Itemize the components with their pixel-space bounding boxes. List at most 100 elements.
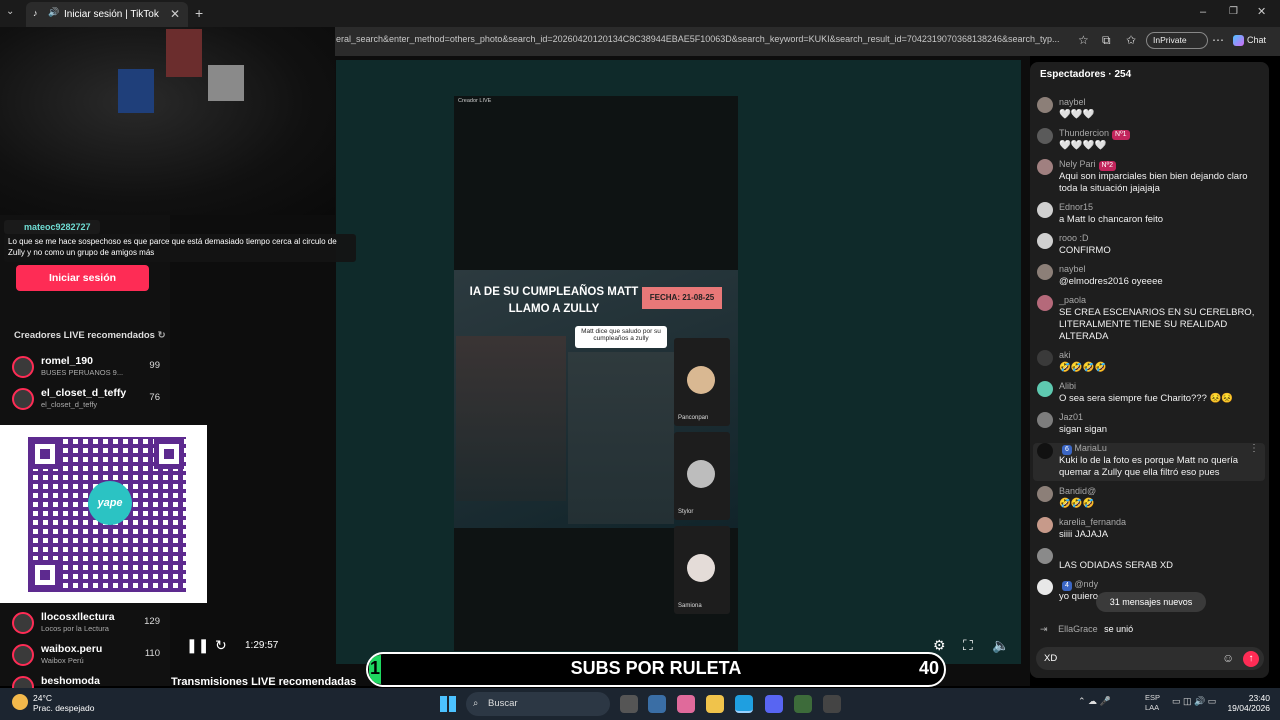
banner-text: IA DE SU CUMPLEAÑOS MATT LLAMO A ZULLY [454, 284, 654, 318]
network-volume-battery-icons[interactable]: ▭ ◫ 🔊 ▭ [1172, 696, 1216, 707]
search-icon: ⌕ [473, 698, 479, 709]
viewers-header[interactable]: Espectadores · 254 [1040, 69, 1131, 80]
creator-item[interactable]: el_closet_d_teffy el_closet_d_teffy 76 [12, 384, 162, 414]
face-image-right [568, 352, 674, 524]
login-button[interactable]: Iniciar sesión [16, 265, 149, 291]
chat-username: naybel [1059, 97, 1086, 107]
close-tab-icon[interactable]: ✕ [170, 2, 180, 27]
overlay-username: mateoc9282727 [4, 220, 100, 234]
obs-icon[interactable] [823, 695, 841, 713]
avatar [1037, 97, 1053, 113]
pause-icon[interactable]: ❚❚ [186, 637, 209, 654]
avatar [1037, 295, 1053, 311]
phone-header: Creador LIVE [458, 98, 492, 104]
close-window-icon[interactable]: ✕ [1257, 5, 1266, 18]
creator-item[interactable]: waibox.peru Waibox Perú 110 [12, 640, 162, 670]
store-icon[interactable] [648, 695, 666, 713]
guest-name: Stylor [678, 509, 694, 515]
level-badge: 6 [1062, 445, 1072, 455]
app-icon[interactable] [794, 695, 812, 713]
tab-list-icon[interactable]: ⌄ [6, 6, 14, 17]
clock[interactable]: 23:40 19/04/2026 [1226, 693, 1270, 713]
yape-logo: yape [88, 481, 132, 525]
chat-username: naybel [1059, 264, 1086, 274]
favorites-icon[interactable]: ✩ [1126, 33, 1136, 47]
inprivate-label: InPrivate [1153, 35, 1187, 45]
restore-icon[interactable]: ❐ [1229, 6, 1238, 17]
qr-finder [30, 439, 60, 469]
creator-subtitle: Waibox Perú [41, 656, 84, 665]
guest-card[interactable]: Stylor [674, 432, 730, 520]
taskbar-search[interactable]: ⌕ Buscar [466, 692, 610, 716]
audio-icon[interactable]: 🔊 [48, 7, 59, 18]
chat-label: Chat [1247, 35, 1267, 45]
emoji-icon[interactable]: ☺ [1222, 651, 1234, 665]
system-tray[interactable]: ⌃ ☁ 🎤 [1078, 696, 1111, 707]
creator-item[interactable]: beshomoda [12, 672, 162, 688]
minimize-icon[interactable]: – [1200, 6, 1206, 18]
task-view-icon[interactable] [620, 695, 638, 713]
chat-username: aki [1059, 350, 1071, 360]
send-icon[interactable]: ↑ [1243, 651, 1259, 667]
creator-subtitle: BUSES PERUANOS 9... [41, 368, 124, 377]
new-messages-button[interactable]: 31 mensajes nuevos [1096, 592, 1206, 612]
lang-layout: LAA [1145, 703, 1160, 712]
face-image-left [456, 336, 566, 501]
chat-text: 🤍🤍🤍🤍 [1059, 140, 1107, 151]
creator-name: beshomoda [41, 675, 100, 687]
chat-username: Ednor15 [1059, 202, 1094, 212]
guest-avatar [687, 366, 715, 394]
avatar [1037, 128, 1053, 144]
chat-text: LAS ODIADAS SERAB XD [1059, 560, 1174, 571]
weather-text: Prac. despejado [33, 703, 95, 713]
copilot-app-icon[interactable] [677, 695, 695, 713]
language-indicator[interactable]: ESP LAA [1145, 693, 1160, 713]
message-options-icon[interactable]: ⋮ [1249, 443, 1259, 454]
guest-name: Panconpan [678, 415, 709, 421]
inprivate-badge[interactable]: InPrivate [1146, 32, 1208, 49]
fullscreen-icon[interactable]: ⛶ [963, 637, 973, 654]
creator-item[interactable]: romel_190 BUSES PERUANOS 9... 99 [12, 352, 162, 382]
creator-subtitle: el_closet_d_teffy [41, 400, 98, 409]
guest-card[interactable]: Samiona [674, 526, 730, 614]
chat-username: Alibi [1059, 381, 1077, 391]
refresh-icon[interactable]: ↻ [215, 637, 227, 654]
avatar [1037, 264, 1053, 280]
file-explorer-icon[interactable] [706, 695, 724, 713]
guest-avatar [687, 554, 715, 582]
temperature: 24°C [33, 693, 52, 703]
caption-bubble: Matt dice que saludo por su cumpleaños a… [575, 326, 667, 348]
chat-username: 4 @ndy [1059, 579, 1098, 591]
guest-card[interactable]: Panconpan [674, 338, 730, 426]
subs-title: SUBS POR RULETA [570, 658, 742, 678]
chat-message-hovered[interactable]: 6 MariaLu Kuki lo de la foto es porque M… [1033, 443, 1265, 481]
tab-bar [0, 0, 1280, 27]
copilot-chat-button[interactable]: Chat [1233, 32, 1266, 48]
join-text: se unió [1104, 624, 1134, 634]
weather-icon[interactable] [12, 694, 28, 710]
banner-line-1: IA DE SU CUMPLEAÑOS MATT [469, 286, 639, 298]
poster-image [166, 29, 202, 77]
chat-text: CONFIRMO [1059, 245, 1111, 256]
more-menu-icon[interactable]: ⋯ [1212, 33, 1224, 47]
chat-username: Jaz01 [1059, 412, 1084, 422]
volume-icon[interactable]: 🔈 [992, 637, 1009, 654]
join-icon: ⇥ [1040, 624, 1048, 634]
windows-start-icon[interactable] [440, 696, 456, 712]
favorite-star-icon[interactable]: ☆ [1078, 33, 1089, 47]
weather-widget[interactable]: 24°C Prac. despejado [33, 693, 94, 713]
edge-browser-icon[interactable] [735, 695, 753, 713]
creator-item[interactable]: llocosxllectura Locos por la Lectura 129 [12, 608, 162, 638]
refresh-creators-icon[interactable]: ↻ [158, 330, 166, 341]
url-text[interactable]: eral_search&enter_method=others_photo&se… [336, 34, 1072, 48]
viewer-count: 129 [144, 616, 160, 627]
discord-icon[interactable] [765, 695, 783, 713]
chat-text: Kuki lo de la foto es porque Matt no que… [1059, 455, 1239, 478]
extensions-icon[interactable]: ⧉ [1102, 33, 1111, 48]
tiktok-favicon-icon: ♪ [33, 8, 38, 18]
chat-text: 🤍🤍🤍 [1059, 109, 1095, 120]
level-badge: 4 [1062, 581, 1072, 591]
new-tab-icon[interactable]: + [195, 5, 203, 21]
chat-username: 6 MariaLu [1059, 443, 1107, 455]
settings-icon[interactable]: ⚙ [933, 637, 946, 654]
